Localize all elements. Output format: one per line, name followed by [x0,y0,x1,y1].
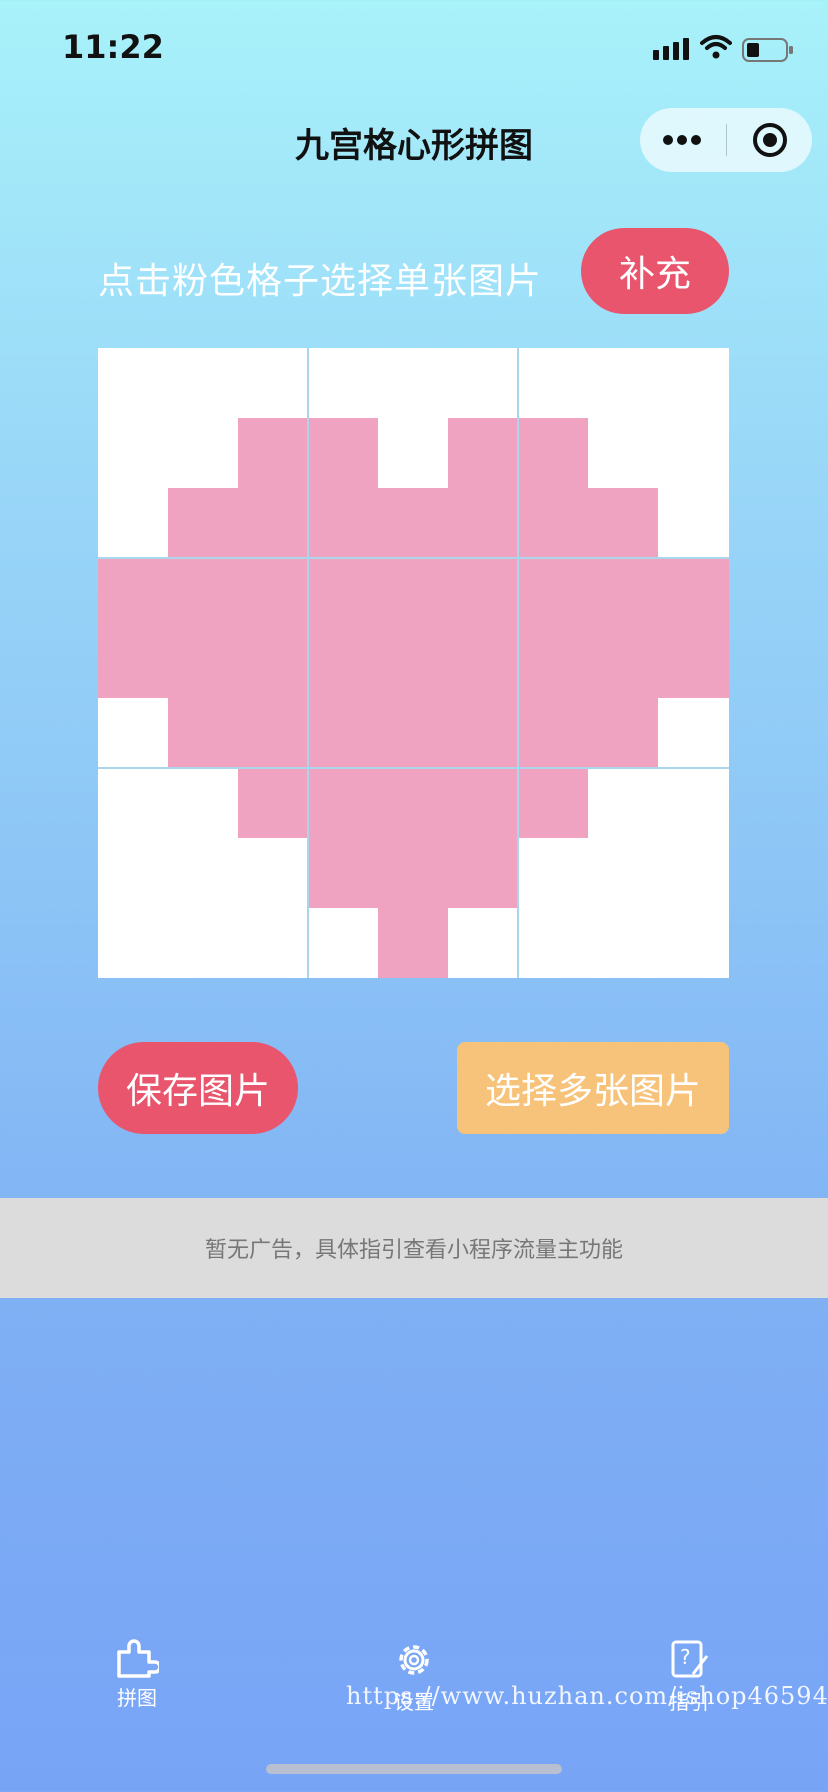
capsule-divider [726,124,727,156]
battery-icon [742,38,793,62]
heart-pixel[interactable] [378,908,448,978]
heart-pixel[interactable] [98,558,729,698]
heart-puzzle-grid [98,348,729,978]
grid-line [98,557,729,559]
select-multiple-images-button[interactable]: 选择多张图片 [457,1042,729,1134]
heart-pixel[interactable] [308,838,518,908]
more-icon[interactable] [662,120,702,160]
gear-icon [399,1645,429,1675]
grid-line [517,348,519,978]
grid-line [307,348,309,978]
heart-pixel[interactable] [168,698,658,768]
supplement-button[interactable]: 补充 [581,228,729,314]
save-image-button[interactable]: 保存图片 [98,1042,298,1134]
status-time: 11:22 [62,28,164,66]
close-target-icon[interactable] [750,120,790,160]
home-indicator [266,1764,562,1774]
svg-text:?: ? [680,1645,691,1669]
tab-label: 拼图 [117,1686,157,1710]
watermark-text: https://www.huzhan.com/ishop46594 [346,1682,828,1710]
grid-line [98,767,729,769]
guide-icon: ? [671,1640,709,1678]
heart-pixel[interactable] [168,488,658,558]
ad-text: 暂无广告，具体指引查看小程序流量主功能 [204,1238,623,1263]
puzzle-icon [117,1639,159,1678]
ad-placeholder-bar: 暂无广告，具体指引查看小程序流量主功能 [0,1198,828,1298]
signal-icon [653,38,689,60]
hint-text: 点击粉色格子选择单张图片 [98,261,543,302]
wifi-icon [700,35,732,59]
tab-puzzle[interactable]: 拼图 [77,1638,197,1711]
mini-program-capsule [640,108,812,172]
heart-pixel[interactable] [238,768,588,838]
